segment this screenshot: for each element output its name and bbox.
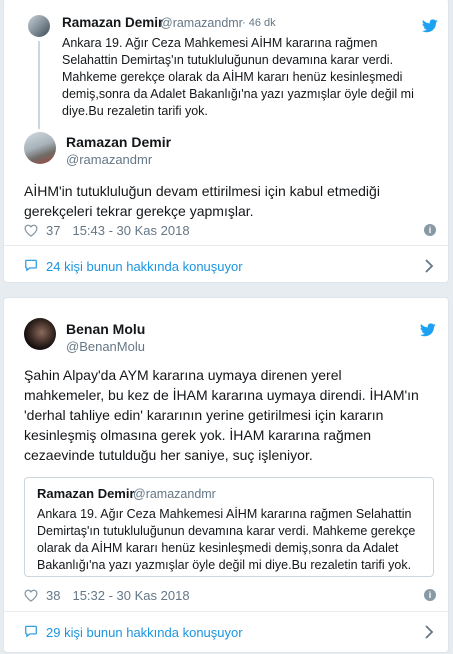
tweet-text-line: kesinleşmiş olmasına gerek yok. İHAM kar… [24,427,372,443]
reply-context-handle[interactable]: @ramazandmr [160,16,243,30]
quoted-author-handle: @ramazandmr [133,487,216,501]
comment-icon [24,258,38,272]
tweet-meta: 38 15:32 - 30 Kas 2018 [24,588,190,603]
tweet-card-1: Ramazan Demir @ramazandmr · 46 dk Ankara… [3,0,449,283]
conversation-link[interactable]: 24 kişi bunun hakkında konuşuyor [4,246,448,286]
quoted-tweet-text: Ankara 19. Ağır Ceza Mahkemesi AİHM kara… [37,506,427,574]
quoted-author-name: Ramazan Demir [37,486,135,501]
tweet-timestamp[interactable]: 15:43 - 30 Kas 2018 [72,223,189,238]
tweet-text-line: mahkemeler, bu kez de İHAM kararına uyma… [24,387,419,403]
author-avatar[interactable] [24,318,56,350]
author-handle[interactable]: @BenanMolu [66,339,145,354]
tweet-text-line: gerekçeleri tekrar gerekçe yapmışlar. [24,203,254,219]
tweet-timestamp[interactable]: 15:32 - 30 Kas 2018 [72,588,189,603]
info-icon[interactable]: i [424,224,436,236]
like-count[interactable]: 37 [46,223,60,238]
author-avatar[interactable] [24,132,56,164]
reply-context-line: Mahkeme gerekçe olarak da AİHM kararı he… [62,70,403,84]
quoted-text-line: Ankara 19. Ağır Ceza Mahkemesi AİHM kara… [37,507,412,521]
tweet-text-line: Şahin Alpay'da AYM kararına uymaya diren… [24,367,342,383]
tweet-meta: 37 15:43 - 30 Kas 2018 [24,223,190,238]
thread-line [38,41,40,129]
comment-icon [24,624,38,638]
reply-context-avatar[interactable] [28,15,50,37]
twitter-bird-icon[interactable] [420,323,436,337]
tweet-card-2: Benan Molu @BenanMolu Şahin Alpay'da AYM… [3,297,449,653]
chevron-right-icon[interactable] [424,259,434,273]
reply-context-line: demiş,sonra da Adalet Bakanlığı'na yazı … [62,87,414,101]
reply-context-line: Selahattin Demirtaş'ın tutukluluğunun de… [62,53,394,67]
tweet-text-line: 'derhal tahliye edin' kararının yerine g… [24,407,384,423]
quoted-text-line: olarak da AİHM kararı henüz kesinleşmedi… [37,541,399,555]
quoted-text-line: Bakanlığı'na yazı yazmışlar öyle değil m… [37,558,412,572]
quoted-text-line: Demirtaş'ın tutukluluğunun devamına kara… [37,524,416,538]
reply-context-line: diye.Bu rezaletin tarifi yok. [62,104,208,118]
heart-icon[interactable] [24,589,38,602]
conversation-link[interactable]: 29 kişi bunun hakkında konuşuyor [4,612,448,652]
author-handle[interactable]: @ramazandmr [66,152,152,167]
quoted-tweet[interactable]: Ramazan Demir @ramazandmr Ankara 19. Ağı… [24,477,434,577]
like-count[interactable]: 38 [46,588,60,603]
heart-icon[interactable] [24,224,38,237]
tweet-text-line: cezaevinde tutulduğu her saniye, suç işl… [24,447,313,463]
author-name[interactable]: Benan Molu [66,321,145,337]
chevron-right-icon[interactable] [424,625,434,639]
conversation-count-text[interactable]: 24 kişi bunun hakkında konuşuyor [46,259,243,274]
reply-context-time[interactable]: · 46 dk [242,17,276,29]
info-icon[interactable]: i [424,589,436,601]
author-name[interactable]: Ramazan Demir [66,134,171,150]
reply-context-name[interactable]: Ramazan Demir [62,15,163,30]
twitter-bird-icon[interactable] [422,19,438,33]
conversation-count-text[interactable]: 29 kişi bunun hakkında konuşuyor [46,625,243,640]
tweet-text-line: AİHM'in tutukluluğun devam ettirilmesi i… [24,183,380,199]
reply-context-line: Ankara 19. Ağır Ceza Mahkemesi AİHM kara… [62,36,378,50]
